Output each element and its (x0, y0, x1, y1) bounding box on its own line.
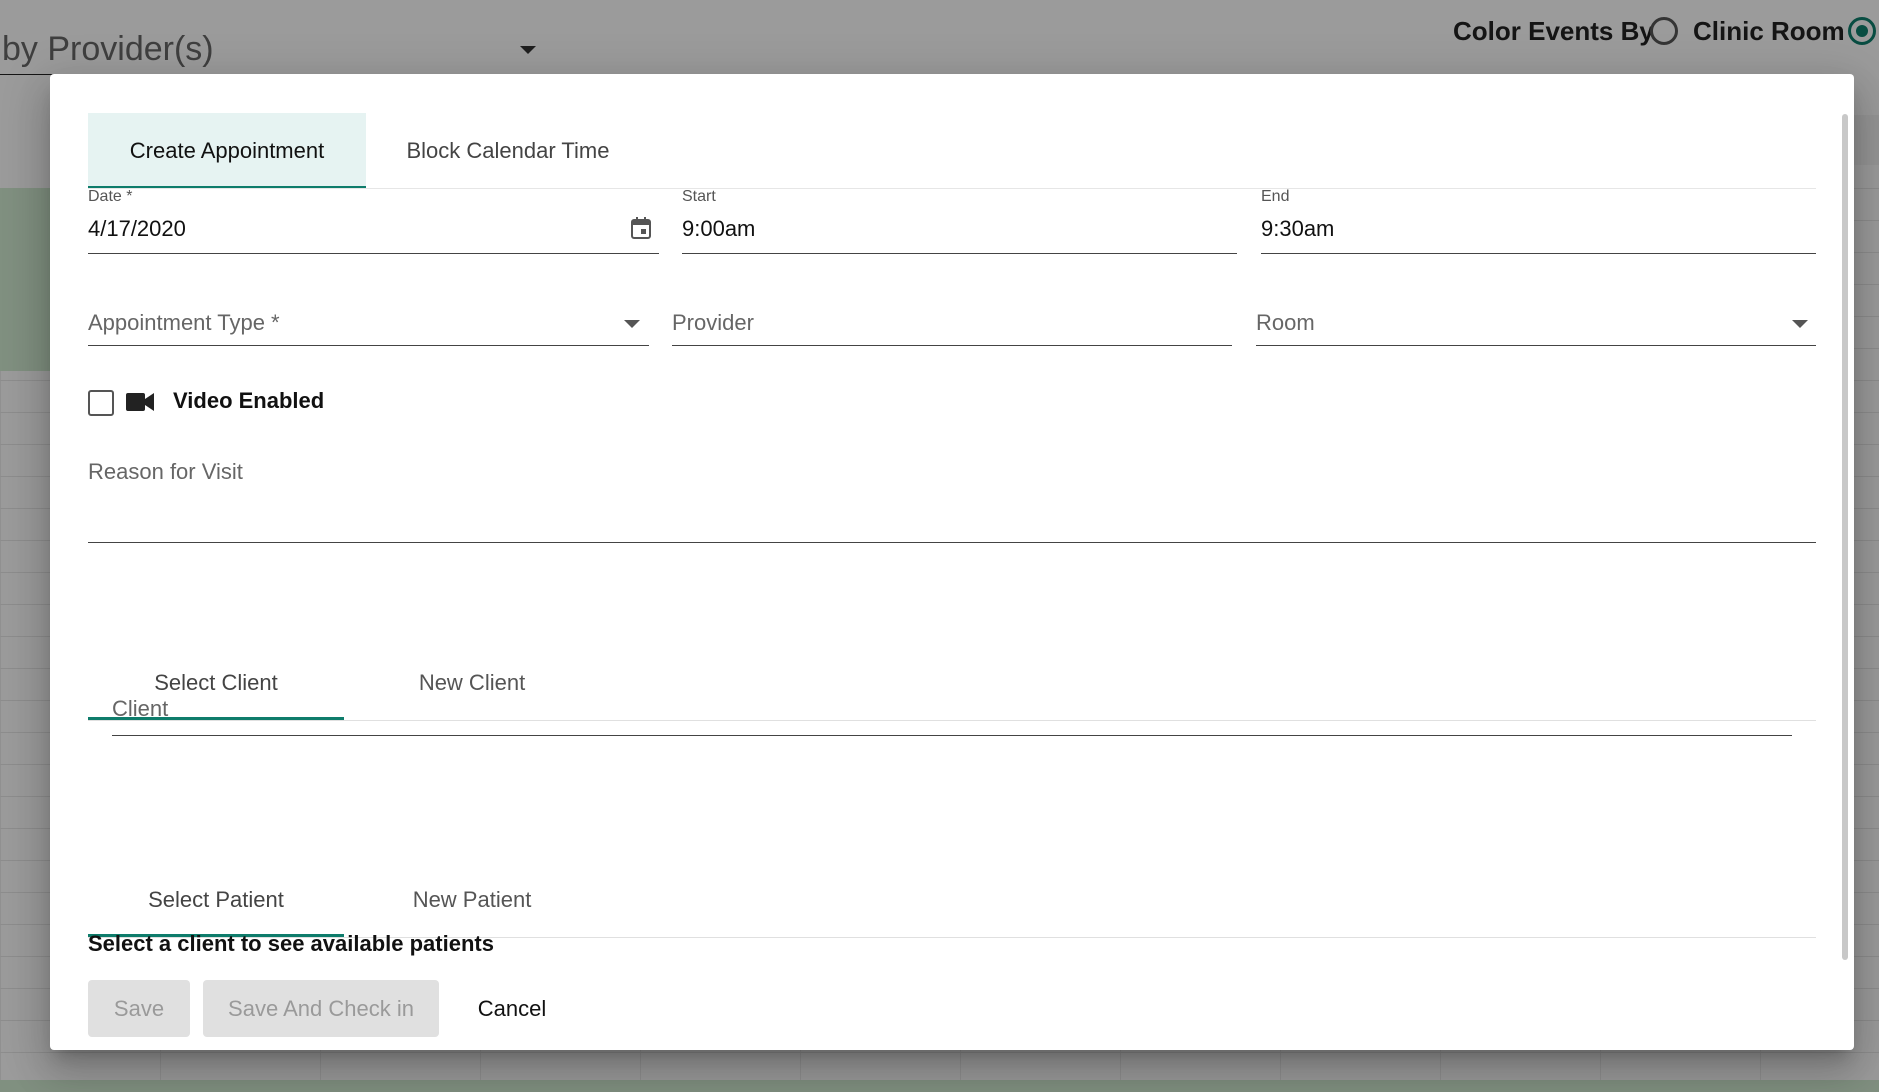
patient-tabs: Select Patient New Patient (88, 867, 1816, 938)
video-enabled-checkbox[interactable] (88, 390, 114, 416)
start-time-field[interactable]: Start 9:00am (682, 188, 1237, 254)
client-placeholder: Client (112, 696, 169, 721)
tab-new-patient[interactable]: New Patient (344, 867, 600, 937)
room-select[interactable]: Room (1256, 296, 1816, 346)
date-field[interactable]: Date * 4/17/2020 (88, 188, 659, 254)
date-value: 4/17/2020 (88, 216, 186, 241)
date-label: Date * (88, 188, 133, 205)
save-and-check-in-button[interactable]: Save And Check in (203, 980, 439, 1037)
room-placeholder: Room (1256, 310, 1315, 335)
tab-create-appointment[interactable]: Create Appointment (88, 113, 366, 188)
save-button[interactable]: Save (88, 980, 190, 1037)
end-label: End (1261, 188, 1290, 205)
end-time-field[interactable]: End 9:30am (1261, 188, 1816, 254)
appointment-type-select[interactable]: Appointment Type * (88, 296, 649, 346)
start-label: Start (682, 188, 716, 205)
tab-select-patient[interactable]: Select Patient (88, 867, 344, 937)
tab-block-calendar-time[interactable]: Block Calendar Time (366, 113, 650, 188)
video-enabled-label: Video Enabled (173, 388, 325, 413)
video-camera-icon (126, 393, 154, 411)
calendar-icon[interactable] (630, 216, 652, 240)
create-appointment-dialog: Create Appointment Block Calendar Time D… (50, 74, 1854, 1050)
reason-for-visit-field[interactable]: Reason for Visit (88, 459, 1816, 543)
chevron-down-icon (1792, 320, 1808, 328)
chevron-down-icon (624, 320, 640, 328)
reason-for-visit-placeholder: Reason for Visit (88, 459, 243, 484)
provider-placeholder: Provider (672, 310, 754, 335)
end-value: 9:30am (1261, 216, 1335, 241)
cancel-button[interactable]: Cancel (458, 980, 566, 1037)
appointment-type-placeholder: Appointment Type * (88, 310, 280, 335)
start-value: 9:00am (682, 216, 756, 241)
client-search-field[interactable]: Client (112, 684, 1792, 736)
dialog-scrollbar[interactable] (1842, 114, 1848, 960)
appointment-mode-tabs: Create Appointment Block Calendar Time (88, 113, 1816, 189)
patient-hint-text: Select a client to see available patient… (88, 931, 494, 956)
provider-field[interactable]: Provider (672, 296, 1232, 346)
